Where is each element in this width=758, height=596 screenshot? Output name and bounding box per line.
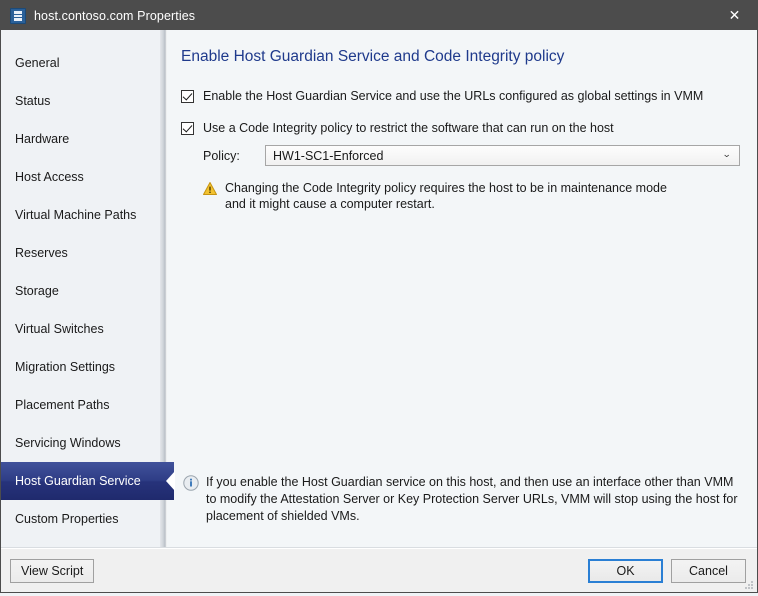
sidebar-item-label: Host Guardian Service <box>15 474 141 488</box>
warning-triangle-icon <box>203 182 217 195</box>
policy-dropdown[interactable]: HW1-SC1-Enforced ⌄ <box>265 145 740 166</box>
close-icon[interactable]: ✕ <box>712 1 757 30</box>
sidebar-nav: General Status Hardware Host Access Virt… <box>1 30 174 547</box>
sidebar-item-label: Migration Settings <box>15 360 116 374</box>
sidebar-item-label: Storage <box>15 284 59 298</box>
sidebar-item-virtual-switches[interactable]: Virtual Switches <box>1 310 167 348</box>
sidebar-item-label: Host Access <box>15 170 84 184</box>
code-integrity-checkbox-row[interactable]: Use a Code Integrity policy to restrict … <box>181 120 741 136</box>
sidebar-item-label: General <box>15 56 60 70</box>
sidebar-item-custom-properties[interactable]: Custom Properties <box>1 500 167 538</box>
code-integrity-warning: Changing the Code Integrity policy requi… <box>203 180 683 212</box>
sidebar-item-label: Reserves <box>15 246 68 260</box>
dialog-body: General Status Hardware Host Access Virt… <box>1 30 757 548</box>
chevron-down-icon: ⌄ <box>722 150 732 160</box>
sidebar-item-label: Hardware <box>15 132 70 146</box>
dialog-footer: View Script OK Cancel <box>1 548 757 592</box>
window-title: host.contoso.com Properties <box>34 8 196 23</box>
sidebar-item-label: Virtual Switches <box>15 322 104 336</box>
page-title: Enable Host Guardian Service and Code In… <box>181 48 565 65</box>
cancel-button[interactable]: Cancel <box>671 558 746 583</box>
ok-button[interactable]: OK <box>588 558 663 583</box>
code-integrity-checkbox[interactable] <box>181 122 194 135</box>
policy-label: Policy: <box>203 148 240 163</box>
code-integrity-warning-text: Changing the Code Integrity policy requi… <box>225 181 667 211</box>
sidebar-item-placement-paths[interactable]: Placement Paths <box>1 386 167 424</box>
sidebar-item-label: Virtual Machine Paths <box>15 208 137 222</box>
hgs-info-note-text: If you enable the Host Guardian service … <box>206 475 738 523</box>
title-bar: host.contoso.com Properties ✕ <box>1 1 757 30</box>
sidebar-item-label: Status <box>15 94 51 108</box>
sidebar-item-label: Custom Properties <box>15 512 119 526</box>
hgs-info-note: If you enable the Host Guardian service … <box>183 474 741 525</box>
server-properties-icon <box>10 7 26 24</box>
policy-row: Policy: HW1-SC1-Enforced ⌄ <box>203 145 741 166</box>
content-pane: Enable Host Guardian Service and Code In… <box>167 30 757 547</box>
properties-dialog: host.contoso.com Properties ✕ General St… <box>0 0 758 593</box>
hgs-enable-checkbox-label: Enable the Host Guardian Service and use… <box>203 89 704 103</box>
view-script-button[interactable]: View Script <box>10 558 95 583</box>
sidebar-item-virtual-machine-paths[interactable]: Virtual Machine Paths <box>1 196 167 234</box>
sidebar-item-label: Placement Paths <box>15 398 110 412</box>
policy-dropdown-value: HW1-SC1-Enforced <box>273 148 384 163</box>
sidebar-item-storage[interactable]: Storage <box>1 272 167 310</box>
sidebar-item-servicing-windows[interactable]: Servicing Windows <box>1 424 167 462</box>
sidebar-item-host-access[interactable]: Host Access <box>1 158 167 196</box>
code-integrity-checkbox-label: Use a Code Integrity policy to restrict … <box>203 121 614 135</box>
sidebar-item-label: Servicing Windows <box>15 436 121 450</box>
sidebar-item-status[interactable]: Status <box>1 82 167 120</box>
hgs-enable-checkbox-row[interactable]: Enable the Host Guardian Service and use… <box>181 88 741 104</box>
sidebar-item-general[interactable]: General <box>1 44 167 82</box>
hgs-enable-checkbox[interactable] <box>181 90 194 103</box>
info-circle-icon <box>183 475 199 491</box>
sidebar-item-migration-settings[interactable]: Migration Settings <box>1 348 167 386</box>
sidebar-item-hardware[interactable]: Hardware <box>1 120 167 158</box>
sidebar-item-host-guardian-service[interactable]: Host Guardian Service <box>1 462 174 500</box>
sidebar-item-reserves[interactable]: Reserves <box>1 234 167 272</box>
resize-grip-icon[interactable] <box>742 578 754 590</box>
